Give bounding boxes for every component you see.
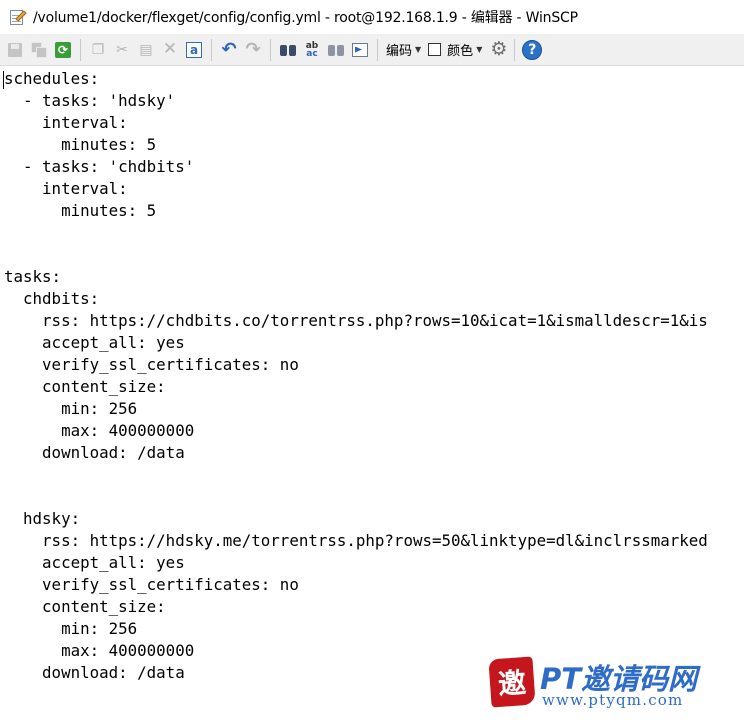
save-button[interactable] bbox=[4, 39, 26, 61]
window-title: /volume1/docker/flexget/config/config.ym… bbox=[33, 10, 578, 26]
find-button[interactable] bbox=[277, 39, 299, 61]
delete-button[interactable]: ✕ bbox=[159, 39, 181, 61]
color-label: 颜色 bbox=[447, 44, 474, 59]
toolbar-separator bbox=[80, 38, 81, 61]
toolbar-separator bbox=[377, 38, 378, 61]
toolbar-separator bbox=[270, 38, 271, 61]
replace-button[interactable]: ab ac bbox=[301, 39, 323, 61]
cut-icon: ✂ bbox=[116, 41, 128, 58]
code-line: rss: https://hdsky.me/torrentrss.php?row… bbox=[4, 531, 708, 550]
undo-button[interactable]: ↶ bbox=[218, 39, 240, 61]
color-dropdown[interactable]: 颜色 ▼ bbox=[447, 40, 482, 59]
code-line: download: /data bbox=[4, 663, 185, 682]
save-all-button[interactable] bbox=[28, 39, 50, 61]
delete-icon: ✕ bbox=[162, 39, 178, 59]
code-line: rss: https://chdbits.co/torrentrss.php?r… bbox=[4, 311, 708, 330]
binoculars-icon bbox=[279, 43, 297, 57]
undo-icon: ↶ bbox=[221, 38, 237, 60]
select-all-button[interactable]: a bbox=[183, 39, 205, 61]
toolbar-separator bbox=[514, 38, 516, 61]
paste-icon: ▤ bbox=[139, 41, 153, 58]
code-line: download: /data bbox=[4, 443, 185, 462]
code-line: verify_ssl_certificates: no bbox=[4, 575, 299, 594]
code-line: hdsky: bbox=[4, 509, 81, 528]
encoding-dropdown[interactable]: 编码 ▼ bbox=[386, 40, 421, 59]
code-line: verify_ssl_certificates: no bbox=[4, 355, 299, 374]
code-line: - tasks: 'chdbits' bbox=[4, 157, 195, 176]
encoding-label: 编码 bbox=[386, 44, 413, 59]
code-line: min: 256 bbox=[4, 399, 138, 418]
title-bar: /volume1/docker/flexget/config/config.ym… bbox=[0, 0, 744, 34]
find-next-icon bbox=[327, 43, 345, 57]
chevron-down-icon: ▼ bbox=[476, 45, 483, 54]
copy-icon: ❐ bbox=[91, 41, 105, 58]
code-line: minutes: 5 bbox=[4, 135, 157, 154]
code-line: interval: bbox=[4, 179, 128, 198]
go-to-line-icon bbox=[352, 42, 368, 57]
reload-icon: ⟳ bbox=[55, 41, 71, 58]
cut-button[interactable]: ✂ bbox=[111, 39, 133, 61]
code-line: chdbits: bbox=[4, 289, 100, 308]
code-line: max: 400000000 bbox=[4, 641, 195, 660]
edit-document-icon bbox=[9, 8, 27, 26]
toolbar-separator bbox=[211, 38, 212, 61]
preferences-button[interactable]: ⚙ bbox=[486, 39, 508, 61]
redo-button[interactable]: ↷ bbox=[242, 39, 264, 61]
color-checkbox[interactable] bbox=[428, 43, 442, 56]
code-line: min: 256 bbox=[4, 619, 138, 638]
replace-icon: ab ac bbox=[305, 40, 319, 59]
code-line: tasks: bbox=[4, 267, 62, 286]
chevron-down-icon: ▼ bbox=[415, 45, 422, 54]
copy-button[interactable]: ❐ bbox=[87, 39, 109, 61]
code-line: interval: bbox=[4, 113, 128, 132]
go-to-line-button[interactable] bbox=[349, 39, 371, 61]
save-icon bbox=[8, 42, 22, 57]
watermark-url: www.ptyqm.com bbox=[542, 691, 684, 709]
paste-button[interactable]: ▤ bbox=[135, 39, 157, 61]
toolbar: ⟳ ❐ ✂ ▤ ✕ a ↶ ↷ ab ac 编码 ▼ 颜色 ▼ ⚙ ? bbox=[0, 34, 744, 66]
text-editor[interactable]: schedules: - tasks: 'hdsky' interval: mi… bbox=[0, 67, 744, 726]
code-line: content_size: bbox=[4, 377, 166, 396]
gear-icon: ⚙ bbox=[490, 38, 508, 60]
select-all-icon: a bbox=[186, 41, 202, 58]
code-line: accept_all: yes bbox=[4, 553, 185, 572]
code-line: schedules: bbox=[4, 69, 100, 88]
save-all-icon bbox=[31, 41, 47, 58]
code-line: content_size: bbox=[4, 597, 166, 616]
help-button[interactable]: ? bbox=[521, 39, 543, 61]
code-line: max: 400000000 bbox=[4, 421, 195, 440]
code-line: accept_all: yes bbox=[4, 333, 185, 352]
find-next-button[interactable] bbox=[325, 39, 347, 61]
help-icon: ? bbox=[522, 39, 543, 60]
redo-icon: ↷ bbox=[245, 38, 261, 60]
code-line: - tasks: 'hdsky' bbox=[4, 91, 176, 110]
reload-button[interactable]: ⟳ bbox=[52, 39, 74, 61]
watermark-seal: 邀 bbox=[488, 656, 536, 708]
watermark-logo: 邀 PT邀请码网 www.ptyqm.com bbox=[488, 656, 734, 712]
code-line: minutes: 5 bbox=[4, 201, 157, 220]
